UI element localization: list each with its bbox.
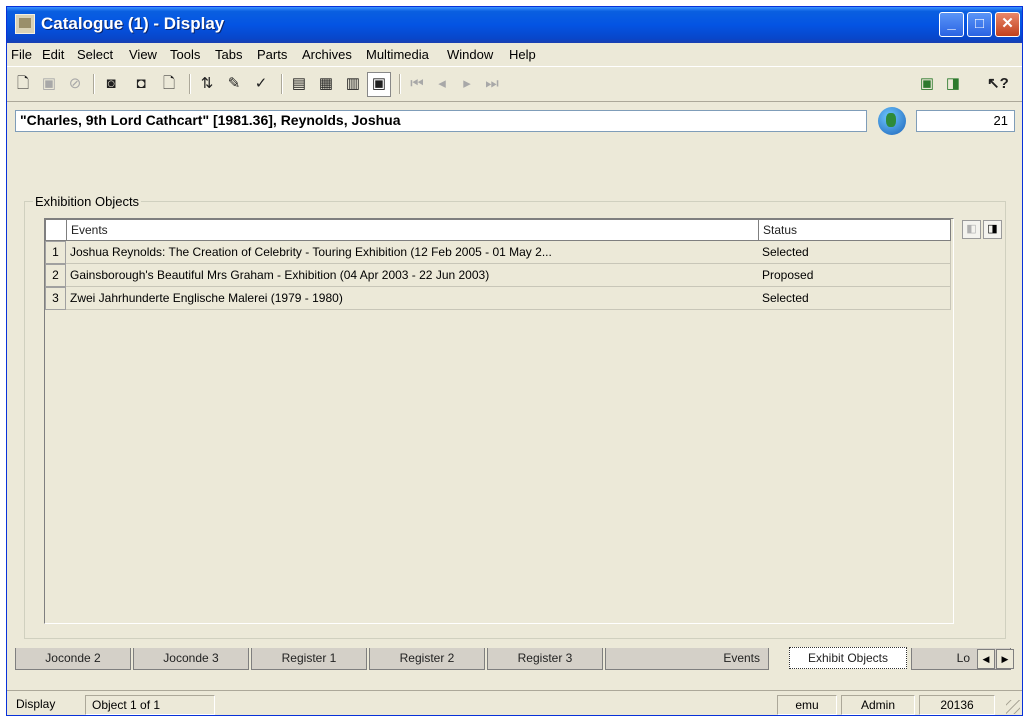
view-list-icon[interactable]: ▤ (289, 73, 309, 95)
app-icon[interactable] (15, 14, 35, 34)
record-count: 21 (916, 110, 1015, 132)
search-icon[interactable]: ◙ (101, 73, 121, 95)
tab-scroll-left-icon[interactable]: ◀ (977, 649, 995, 669)
menu-select[interactable]: Select (77, 47, 113, 62)
grid-header: Events Status (45, 219, 951, 241)
report-icon[interactable]: ▣ (917, 73, 937, 95)
menu-tools[interactable]: Tools (170, 47, 200, 62)
remove-row-icon[interactable]: ◧ (962, 220, 981, 239)
status-bar: Display Object 1 of 1 emu Admin 20136 (7, 690, 1022, 716)
row-number[interactable]: 3 (45, 287, 66, 310)
next-record-icon[interactable]: ▸ (457, 73, 477, 95)
menu-help[interactable]: Help (509, 47, 536, 62)
prev-record-icon[interactable]: ◂ (432, 73, 452, 95)
globe-icon[interactable] (878, 107, 906, 135)
menu-file[interactable]: File (11, 47, 32, 62)
first-record-icon[interactable]: ⏮ (407, 73, 427, 95)
window-title: Catalogue (1) - Display (41, 14, 225, 33)
status-mode: Display (16, 697, 56, 711)
table-row[interactable]: 3 Zwei Jahrhunderte Englische Malerei (1… (45, 287, 951, 310)
tab-joconde-2[interactable]: Joconde 2 (15, 648, 131, 670)
menu-multimedia[interactable]: Multimedia (366, 47, 429, 62)
save-icon[interactable]: ▣ (39, 73, 59, 95)
row-number[interactable]: 1 (45, 241, 66, 264)
group-label: Exhibition Objects (33, 194, 142, 209)
new-search-icon[interactable]: ◘ (131, 73, 151, 95)
toolbar: 🗋 ▣ ⊘ ◙ ◘ 🗋 ⇅ ✎ ✓ ▤ ▦ ▥ ▣ ⏮ ◂ ▸ ⏭ ▣ ◨ ↖? (7, 66, 1022, 102)
tab-register-1[interactable]: Register 1 (251, 648, 367, 670)
menu-edit[interactable]: Edit (42, 47, 64, 62)
status-cell[interactable]: Selected (758, 241, 951, 264)
add-row-icon[interactable]: ◨ (983, 220, 1002, 239)
attach-icon[interactable]: ◨ (943, 73, 963, 95)
status-position: Object 1 of 1 (85, 695, 215, 715)
column-header-status[interactable]: Status (758, 219, 951, 241)
menu-tabs[interactable]: Tabs (215, 47, 242, 62)
row-number[interactable]: 2 (45, 264, 66, 287)
menu-view[interactable]: View (129, 47, 157, 62)
menu-window[interactable]: Window (447, 47, 493, 62)
view-page-icon[interactable]: ▣ (367, 72, 391, 97)
new-record-icon[interactable]: 🗋 (13, 73, 33, 95)
events-grid: Events Status 1 Joshua Reynolds: The Cre… (44, 218, 954, 624)
event-cell[interactable]: Gainsborough's Beautiful Mrs Graham - Ex… (66, 264, 759, 287)
event-cell[interactable]: Zwei Jahrhunderte Englische Malerei (197… (66, 287, 759, 310)
tab-exhibit-objects[interactable]: Exhibit Objects (789, 647, 907, 669)
row-number-header (45, 219, 67, 241)
status-role: Admin (841, 695, 915, 715)
spellcheck-icon[interactable]: ✓ (251, 73, 271, 95)
close-button[interactable]: ✕ (995, 12, 1020, 37)
tab-bar: Joconde 2 Joconde 3 Register 1 Register … (7, 644, 1022, 672)
title-bar[interactable]: Catalogue (1) - Display _ □ ✕ (7, 7, 1022, 43)
minimize-button[interactable]: _ (939, 12, 964, 37)
resize-grip[interactable] (1006, 700, 1020, 714)
view-details-icon[interactable]: ▥ (343, 73, 363, 95)
table-row[interactable]: 2 Gainsborough's Beautiful Mrs Graham - … (45, 264, 951, 287)
status-cell[interactable]: Selected (758, 287, 951, 310)
tab-register-3[interactable]: Register 3 (487, 648, 603, 670)
status-user: emu (777, 695, 837, 715)
last-record-icon[interactable]: ⏭ (482, 73, 502, 95)
tab-register-2[interactable]: Register 2 (369, 648, 485, 670)
menu-archives[interactable]: Archives (302, 47, 352, 62)
tab-events[interactable]: Events (605, 648, 769, 670)
table-row[interactable]: 1 Joshua Reynolds: The Creation of Celeb… (45, 241, 951, 264)
context-help-icon[interactable]: ↖? (987, 73, 1009, 95)
cancel-icon[interactable]: ⊘ (65, 73, 85, 95)
main-window: Catalogue (1) - Display _ □ ✕ File Edit … (6, 6, 1023, 716)
status-cell[interactable]: Proposed (758, 264, 951, 287)
status-number: 20136 (919, 695, 995, 715)
view-table-icon[interactable]: ▦ (316, 73, 336, 95)
edit-icon[interactable]: ✎ (224, 73, 244, 95)
new-document-icon[interactable]: 🗋 (159, 73, 179, 95)
sort-icon[interactable]: ⇅ (197, 73, 217, 95)
event-cell[interactable]: Joshua Reynolds: The Creation of Celebri… (66, 241, 759, 264)
maximize-button[interactable]: □ (967, 12, 992, 37)
column-header-events[interactable]: Events (66, 219, 759, 241)
record-summary: "Charles, 9th Lord Cathcart" [1981.36], … (15, 110, 867, 132)
menu-parts[interactable]: Parts (257, 47, 287, 62)
menu-bar: File Edit Select View Tools Tabs Parts A… (7, 44, 1022, 65)
tab-scroll-right-icon[interactable]: ▶ (996, 649, 1014, 669)
tab-joconde-3[interactable]: Joconde 3 (133, 648, 249, 670)
